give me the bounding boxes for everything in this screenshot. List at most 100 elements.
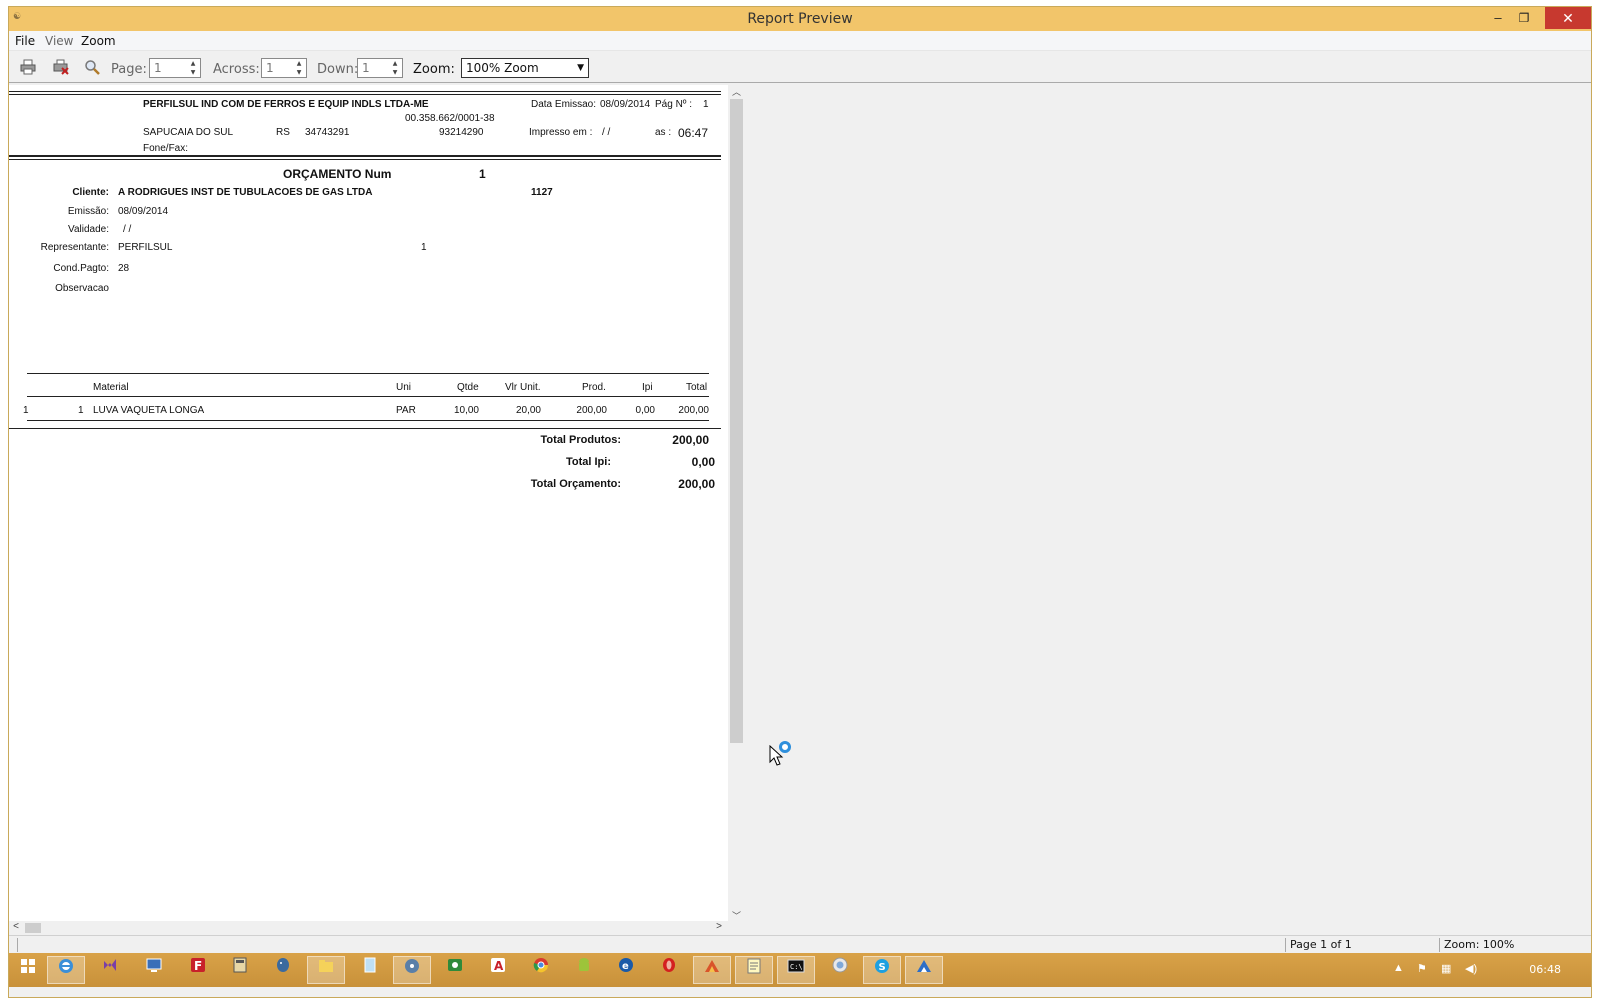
spinner-arrows-icon[interactable]: ▲ ▼ <box>293 59 305 77</box>
android-icon[interactable] <box>565 956 603 984</box>
cond-pagto-label: Cond.Pagto: <box>53 263 109 274</box>
scroll-left-icon[interactable]: < <box>9 921 23 935</box>
scroll-down-icon[interactable]: ﹀ <box>728 909 745 921</box>
page-label: Page: <box>111 62 147 77</box>
filezilla-icon[interactable]: F <box>179 956 217 984</box>
item-vlr-unit: 20,00 <box>515 405 541 416</box>
circle-app-icon[interactable] <box>821 956 859 984</box>
vertical-scroll-thumb[interactable] <box>730 99 743 743</box>
chevron-down-icon[interactable]: ▼ <box>577 59 584 77</box>
ie-blue-icon[interactable]: e <box>607 956 645 984</box>
delphi-icon[interactable] <box>693 956 731 984</box>
total-produtos-label: Total Produtos: <box>540 434 621 446</box>
printer-setup-icon[interactable] <box>52 59 70 77</box>
page-value: 1 <box>154 61 162 75</box>
representante-label: Representante: <box>40 242 109 253</box>
title-bar[interactable]: ☯ Report Preview ‒ ❐ ✕ <box>9 7 1591 31</box>
taskbar: F A e C:\ S ▲ ⚑ ▦ ◀) 06:48 <box>9 953 1591 987</box>
zoom-label: Zoom: <box>413 62 455 77</box>
taskbar-clock[interactable]: 06:48 <box>1529 963 1561 976</box>
scroll-right-icon[interactable]: > <box>712 921 726 935</box>
postgresql-icon[interactable] <box>264 956 302 984</box>
window-title: Report Preview <box>747 11 853 27</box>
status-bar: Page 1 of 1 Zoom: 100% <box>9 935 1591 953</box>
status-message <box>17 938 1279 952</box>
state: RS <box>276 127 290 138</box>
col-qtde: Qtde <box>457 382 479 393</box>
total-orcamento-value: 200,00 <box>678 477 715 491</box>
visual-studio-icon[interactable] <box>91 956 129 984</box>
validade-label: Validade: <box>68 224 109 235</box>
zip-code: 93214290 <box>439 127 484 138</box>
notepad-icon[interactable] <box>351 956 389 984</box>
report-preview-window: ☯ Report Preview ‒ ❐ ✕ File View Zoom Pa… <box>8 6 1592 998</box>
preview-background <box>745 85 1591 935</box>
col-uni: Uni <box>396 382 412 393</box>
print-time: 06:47 <box>678 126 709 140</box>
orcamento-title: ORÇAMENTO Num <box>283 167 392 181</box>
scroll-up-icon[interactable]: ︿ <box>728 85 745 97</box>
menu-file[interactable]: File <box>15 34 35 48</box>
search-icon[interactable] <box>83 59 101 77</box>
spinner-arrows-icon[interactable]: ▲ ▼ <box>187 59 199 77</box>
total-orcamento-label: Total Orçamento: <box>530 478 621 490</box>
network-icon[interactable]: ▦ <box>1441 962 1451 975</box>
horizontal-scroll-thumb[interactable] <box>25 923 41 933</box>
page-spinner[interactable]: 1 ▲ ▼ <box>149 58 201 78</box>
notes-icon[interactable] <box>735 956 773 984</box>
chrome-icon[interactable] <box>522 956 560 984</box>
zoom-value: 100% Zoom <box>466 61 539 75</box>
flag-icon[interactable]: ⚑ <box>1417 962 1427 975</box>
print-icon[interactable] <box>19 59 37 77</box>
representante-value: PERFILSUL <box>118 242 173 253</box>
svg-text:e: e <box>622 961 629 972</box>
opera-icon[interactable] <box>650 956 688 984</box>
volume-icon[interactable]: ◀) <box>1465 962 1477 975</box>
item-prod: 200,00 <box>576 405 607 416</box>
cliente-label: Cliente: <box>72 187 109 198</box>
city: SAPUCAIA DO SUL <box>143 127 234 138</box>
cond-pagto-value: 28 <box>118 263 130 274</box>
command-prompt-icon[interactable]: C:\ <box>777 956 815 984</box>
file-explorer-icon[interactable] <box>307 956 345 984</box>
item-ipi: 0,00 <box>635 405 655 416</box>
col-prod: Prod. <box>582 382 606 393</box>
cnpj: 00.358.662/0001-38 <box>405 113 495 124</box>
menu-zoom[interactable]: Zoom <box>81 34 116 48</box>
menu-bar: File View Zoom <box>9 31 1591 51</box>
remote-desktop-icon[interactable] <box>135 956 173 984</box>
zoom-select[interactable]: 100% Zoom ▼ <box>461 58 589 78</box>
svg-text:F: F <box>194 959 202 973</box>
horizontal-scrollbar[interactable]: < > <box>9 921 745 935</box>
phone: 34743291 <box>305 127 350 138</box>
skype-icon[interactable]: S <box>863 956 901 984</box>
across-spinner[interactable]: 1 ▲ ▼ <box>261 58 307 78</box>
across-value: 1 <box>266 61 274 75</box>
status-page: Page 1 of 1 <box>1285 938 1431 952</box>
close-button[interactable]: ✕ <box>1545 7 1591 29</box>
windows-start-icon[interactable] <box>9 956 47 984</box>
item-code: 1 <box>78 405 84 416</box>
report-app-icon[interactable] <box>905 956 943 984</box>
calculator-icon[interactable] <box>221 956 259 984</box>
restore-button[interactable]: ❐ <box>1509 7 1539 29</box>
tray-expand-icon[interactable]: ▲ <box>1393 962 1404 974</box>
total-ipi-value: 0,00 <box>691 455 715 469</box>
busy-spinner-icon <box>779 741 791 753</box>
impresso-label: Impresso em : <box>529 127 593 138</box>
network-app-icon[interactable] <box>436 956 474 984</box>
toolbar: Page: 1 ▲ ▼ Across: 1 ▲ ▼ Down: 1 ▲ ▼ Zoom:… <box>9 53 1591 83</box>
menu-view[interactable]: View <box>45 34 73 48</box>
disk-utility-icon[interactable] <box>393 956 431 984</box>
emissao-label: Emissão: <box>67 206 109 217</box>
internet-explorer-icon[interactable] <box>47 956 85 984</box>
col-ipi: Ipi <box>642 382 653 393</box>
vertical-scrollbar[interactable]: ︿ ﹀ <box>728 85 745 921</box>
item-total: 200,00 <box>678 405 709 416</box>
down-value: 1 <box>362 61 370 75</box>
down-spinner[interactable]: 1 ▲ ▼ <box>357 58 403 78</box>
item-qtde: 10,00 <box>453 405 479 416</box>
acrobat-icon[interactable]: A <box>479 956 517 984</box>
spinner-arrows-icon[interactable]: ▲ ▼ <box>389 59 401 77</box>
data-emissao-value: 08/09/2014 <box>600 99 651 110</box>
